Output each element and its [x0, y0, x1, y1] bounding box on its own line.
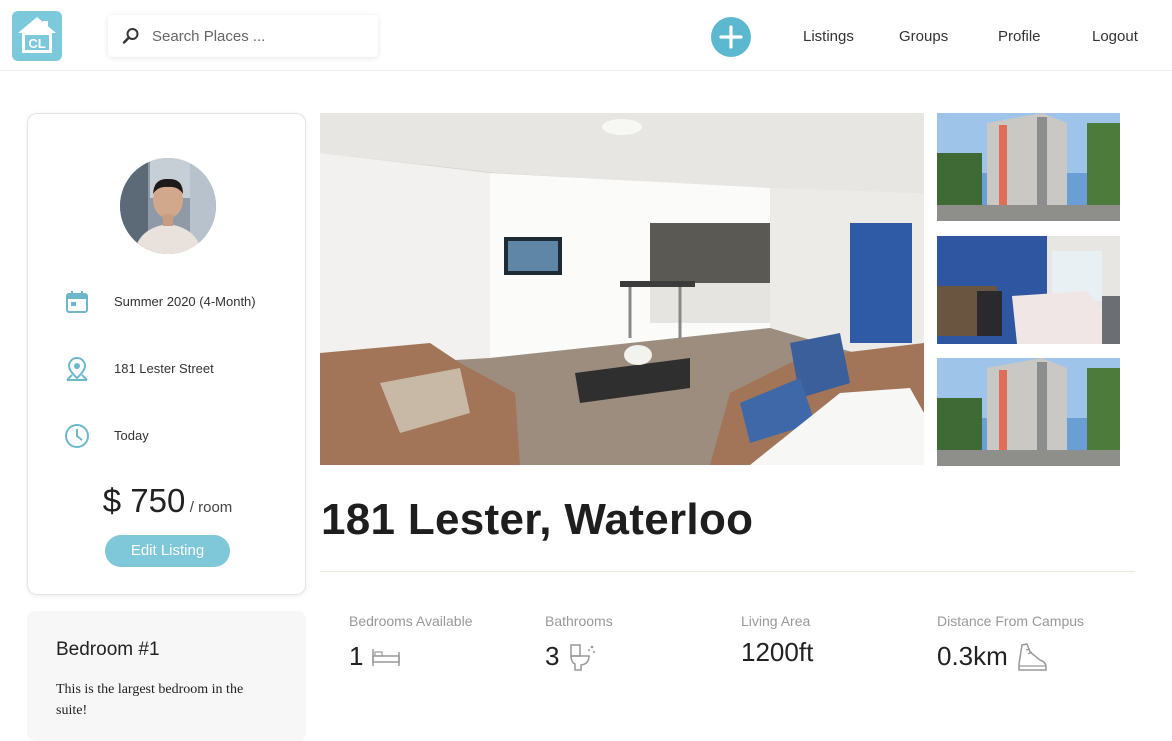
- nav-listings-link[interactable]: Listings: [803, 28, 854, 45]
- stat-living-area-label: Living Area: [741, 613, 811, 629]
- location-pin-icon: [66, 356, 88, 381]
- term-row: Summer 2020 (4-Month): [64, 289, 294, 315]
- stat-bathrooms-label: Bathrooms: [545, 613, 613, 629]
- thumbnail-building-street[interactable]: [937, 358, 1120, 466]
- address-text: 181 Lester Street: [114, 361, 214, 376]
- section-divider: [320, 571, 1135, 572]
- search-box[interactable]: [108, 15, 378, 57]
- term-text: Summer 2020 (4-Month): [114, 294, 256, 309]
- stat-distance-value: 0.3km: [937, 641, 1008, 671]
- search-icon: [122, 28, 139, 44]
- owner-avatar[interactable]: [120, 158, 216, 254]
- thumbnail-building-exterior[interactable]: [937, 113, 1120, 221]
- address-row: 181 Lester Street: [64, 356, 294, 382]
- stat-distance-label: Distance From Campus: [937, 613, 1085, 629]
- stat-bedrooms-label: Bedrooms Available: [349, 613, 473, 629]
- listing-info-card: Summer 2020 (4-Month) 181 Lester Street …: [27, 113, 306, 595]
- availability-row: Today: [64, 423, 294, 449]
- stat-living-area: Living Area 1200ft: [741, 613, 931, 668]
- logo-text: CL: [28, 36, 46, 51]
- stat-bathrooms-value: 3: [545, 641, 560, 671]
- calendar-icon: [66, 291, 88, 313]
- toilet-icon: [570, 643, 596, 671]
- stat-bedrooms-value: 1: [349, 641, 364, 671]
- stat-living-area-value: 1200ft: [741, 637, 814, 667]
- app-logo[interactable]: CL: [12, 11, 62, 61]
- availability-text: Today: [114, 428, 149, 443]
- nav-logout-link[interactable]: Logout: [1092, 28, 1138, 45]
- stat-distance: Distance From Campus 0.3km: [937, 613, 1127, 672]
- shoe-icon: [1018, 642, 1047, 671]
- bed-icon: [372, 648, 401, 666]
- plus-icon: [719, 25, 743, 49]
- main-listing-photo[interactable]: [320, 113, 924, 465]
- clock-icon: [65, 424, 89, 448]
- bedroom-description: This is the largest bedroom in the suite…: [56, 682, 244, 718]
- stat-bathrooms: Bathrooms 3: [545, 613, 735, 672]
- bedroom-title: Bedroom #1: [56, 639, 160, 660]
- add-listing-button[interactable]: [711, 17, 751, 57]
- bedroom-card: Bedroom #1 This is the largest bedroom i…: [27, 611, 306, 741]
- search-input[interactable]: [152, 25, 362, 47]
- price-amount: $ 750: [102, 482, 186, 519]
- price: $ 750 / room: [28, 482, 307, 520]
- thumbnail-bedroom[interactable]: [937, 236, 1120, 344]
- nav-groups-link[interactable]: Groups: [899, 28, 948, 45]
- top-navigation-bar: CL Listings Groups Profile Logout: [0, 0, 1172, 71]
- nav-profile-link[interactable]: Profile: [998, 28, 1041, 45]
- listing-title: 181 Lester, Waterloo: [321, 495, 754, 544]
- edit-listing-button[interactable]: Edit Listing: [105, 535, 230, 567]
- price-unit: / room: [189, 499, 233, 516]
- stat-bedrooms: Bedrooms Available 1: [349, 613, 539, 672]
